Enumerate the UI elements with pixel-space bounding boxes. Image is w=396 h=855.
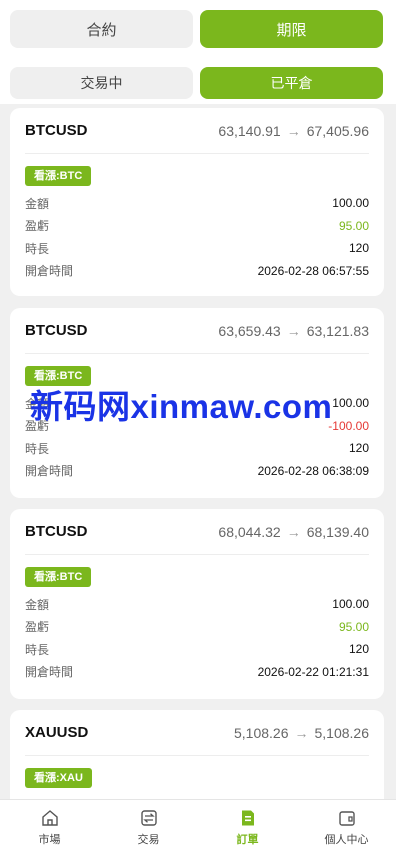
arrow-right-icon: → [286,122,301,139]
detail-value: 2026-02-28 06:38:09 [257,463,369,478]
open-price: 5,108.26 [234,724,289,741]
detail-value: 120 [348,642,369,657]
order-symbol: BTCUSD [25,523,88,540]
open-price: 63,140.91 [218,122,281,139]
order-symbol: BTCUSD [25,122,88,139]
direction-badge: 看漲:XAU [25,768,92,788]
nav-item-trade[interactable]: 交易 [99,800,198,855]
detail-row-amount: 金額 100.00 [25,593,369,616]
trade-icon [140,809,158,827]
open-price: 63,659.43 [218,322,281,339]
order-list[interactable]: BTCUSD 63,140.91 → 67,405.96 看漲:BTC 金額 1… [0,104,396,799]
arrow-right-icon: → [286,322,301,339]
detail-label: 盈虧 [25,620,50,635]
nav-label: 市場 [38,833,61,846]
tab-closed[interactable]: 已平倉 [200,67,383,99]
detail-label: 開倉時間 [25,264,74,279]
close-price: 68,139.40 [306,523,369,540]
order-prices: 63,659.43 → 63,121.83 [218,323,369,339]
home-icon [41,809,59,827]
nav-item-profile[interactable]: 個人中心 [297,800,396,855]
nav-label: 個人中心 [324,833,369,846]
bottom-nav: 市場 交易 訂單 個人中心 [0,799,396,855]
app-root: 合約 期限 交易中 已平倉 BTCUSD 63,140.91 → 67,405.… [0,0,396,855]
order-symbol: XAUUSD [25,724,89,741]
detail-label: 時長 [25,642,50,657]
arrow-right-icon: → [294,724,309,741]
detail-value: 100.00 [332,396,369,411]
open-price: 68,044.32 [218,523,281,540]
order-icon [239,809,257,827]
order-card-header: XAUUSD 5,108.26 → 5,108.26 [25,710,369,756]
detail-value: 2026-02-28 06:57:55 [257,263,369,278]
close-price: 63,121.83 [306,322,369,339]
direction-badge: 看漲:BTC [25,567,92,587]
order-prices: 68,044.32 → 68,139.40 [218,524,369,540]
detail-row-pnl: 盈虧 95.00 [25,215,369,238]
detail-value: 100.00 [332,597,369,612]
order-card-header: BTCUSD 68,044.32 → 68,139.40 [25,509,369,555]
tab-trading[interactable]: 交易中 [10,67,193,99]
close-price: 5,108.26 [314,724,370,741]
order-prices: 5,108.26 → 5,108.26 [234,725,369,741]
detail-value: 95.00 [338,218,369,233]
nav-item-orders[interactable]: 訂單 [198,800,297,855]
nav-label: 交易 [137,833,160,846]
detail-value: 100.00 [332,196,369,211]
order-card[interactable]: BTCUSD 63,140.91 → 67,405.96 看漲:BTC 金額 1… [10,108,384,296]
detail-label: 開倉時間 [25,665,74,680]
detail-label: 時長 [25,441,50,456]
detail-row-duration: 時長 120 [25,437,369,460]
detail-value: -100.00 [328,418,369,433]
order-prices: 63,140.91 → 67,405.96 [218,123,369,139]
detail-row-open-time: 開倉時間 2026-02-28 06:57:55 [25,260,369,283]
detail-row-amount: 金額 100.00 [25,192,369,215]
top-tabs: 合約 期限 交易中 已平倉 [0,0,396,104]
detail-row-duration: 時長 120 [25,237,369,260]
order-card-header: BTCUSD 63,140.91 → 67,405.96 [25,108,369,154]
detail-value: 120 [348,241,369,256]
order-symbol: BTCUSD [25,322,88,339]
detail-label: 開倉時間 [25,464,74,479]
detail-label: 盈虧 [25,219,50,234]
order-card[interactable]: BTCUSD 68,044.32 → 68,139.40 看漲:BTC 金額 1… [10,509,384,699]
tab-futures[interactable]: 期限 [200,10,383,48]
detail-label: 金額 [25,196,50,211]
wallet-icon [338,809,356,827]
order-details: 金額 100.00 盈虧 95.00 時長 120 開倉時間 2026-02-2… [25,593,369,683]
detail-value: 120 [348,441,369,456]
watermark-text: 新码网xinmaw.com [30,388,333,425]
tab-contract[interactable]: 合約 [10,10,193,48]
detail-row-duration: 時長 120 [25,638,369,661]
close-price: 67,405.96 [306,122,369,139]
nav-item-market[interactable]: 市場 [0,800,99,855]
detail-value: 95.00 [338,619,369,634]
arrow-right-icon: → [286,523,301,540]
detail-row-pnl: 盈虧 95.00 [25,616,369,639]
detail-value: 2026-02-22 01:21:31 [257,664,369,679]
detail-row-open-time: 開倉時間 2026-02-22 01:21:31 [25,661,369,684]
direction-badge: 看漲:BTC [25,166,92,186]
order-details: 金額 100.00 盈虧 95.00 時長 120 開倉時間 2026-02-2… [25,192,369,282]
order-card-header: BTCUSD 63,659.43 → 63,121.83 [25,308,369,354]
detail-label: 金額 [25,597,50,612]
detail-label: 時長 [25,241,50,256]
nav-label: 訂單 [236,833,259,846]
detail-row-open-time: 開倉時間 2026-02-28 06:38:09 [25,460,369,483]
order-card[interactable]: XAUUSD 5,108.26 → 5,108.26 看漲:XAU [10,710,384,799]
